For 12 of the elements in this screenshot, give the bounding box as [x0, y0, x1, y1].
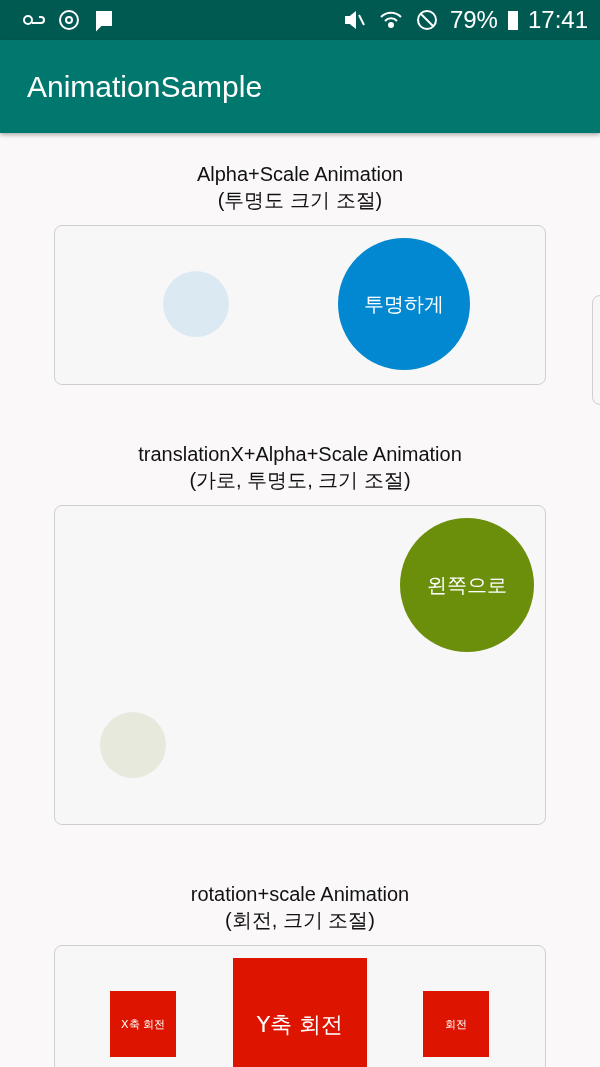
- animated-circle[interactable]: 왼쪽으로: [400, 518, 534, 652]
- section-title: Alpha+Scale Animation (투명도 크기 조절): [196, 162, 404, 213]
- clock: 17:41: [527, 6, 588, 34]
- app-title: AnimationSample: [27, 69, 263, 104]
- section-title: translationX+Alpha+Scale Animation (가로, 투명도, 크기 조절): [138, 442, 462, 493]
- battery-percent: 79%: [449, 6, 498, 34]
- section-title: rotation+scale Animation (회전, 크기 조절): [190, 882, 410, 933]
- battery-icon: [507, 10, 518, 30]
- animated-square[interactable]: Y축 회전: [233, 958, 367, 1067]
- animated-square[interactable]: 회전: [423, 991, 489, 1057]
- animated-square[interactable]: X축 회전: [110, 991, 176, 1057]
- animated-circle[interactable]: 투명하게: [338, 238, 470, 370]
